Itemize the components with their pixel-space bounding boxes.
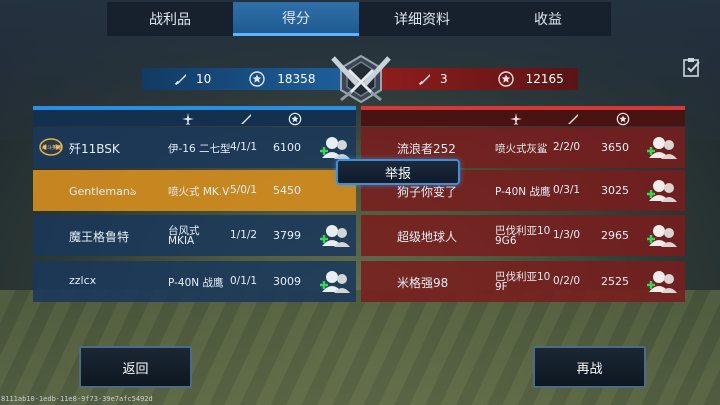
- red-team-header: [361, 106, 685, 126]
- player-name: 魔王格鲁特: [69, 230, 130, 244]
- tab-details[interactable]: 详细资料: [359, 2, 485, 36]
- sword-icon: [418, 74, 430, 86]
- kda: 1/1/2: [230, 229, 258, 241]
- player-name: 狗子你变了: [397, 185, 458, 199]
- blue-team-header: [33, 106, 356, 126]
- score: 3799: [273, 229, 301, 242]
- plane-icon: [182, 113, 194, 125]
- sword-icon: [174, 74, 186, 86]
- plane-name-line2: 9G6: [495, 235, 517, 247]
- sword-icon: [241, 114, 251, 124]
- player-name: 米格强98: [397, 276, 449, 290]
- add-friend-icon[interactable]: [645, 222, 679, 248]
- red-kills: 3: [440, 72, 448, 86]
- add-friend-icon[interactable]: [645, 134, 679, 160]
- plane-name: 喷火式 MK.V: [168, 186, 230, 198]
- medal-icon: [288, 112, 302, 126]
- add-friend-icon[interactable]: [318, 222, 352, 248]
- kda: 0/2/0: [553, 275, 581, 287]
- kda: 1/3/0: [553, 229, 581, 241]
- session-id: 8111ab10-1edb-11e8-9f73-39e7afc5492d: [1, 395, 153, 403]
- score: 5450: [273, 184, 301, 197]
- blue-player-row[interactable]: 魔王格鲁特 台风式 MKIA 1/1/2 3799: [33, 215, 356, 256]
- blue-score: 18358: [277, 72, 316, 86]
- kda: 5/0/1: [230, 184, 258, 196]
- add-friend-icon[interactable]: [318, 268, 352, 294]
- blue-team-summary: 10 18358: [142, 68, 342, 90]
- score: 2965: [601, 229, 629, 242]
- red-player-row[interactable]: 超级地球人 巴伐利亚10 9G6 1/3/0 2965: [361, 215, 685, 256]
- player-name: zzlcx: [69, 274, 97, 287]
- player-name: 歼11BSK: [69, 142, 120, 156]
- player-name: 流浪者252: [397, 142, 456, 156]
- emblem-icon: [331, 54, 391, 104]
- player-name: 超级地球人: [397, 230, 458, 244]
- add-friend-icon[interactable]: [645, 268, 679, 294]
- tab-bar: 战利品 得分 详细资料 收益: [107, 2, 611, 36]
- tab-earnings[interactable]: 收益: [485, 2, 611, 36]
- plane-name-line2: MKIA: [168, 235, 195, 247]
- red-player-row[interactable]: 米格强98 巴伐利亚10 9F 0/2/0 2525: [361, 261, 685, 302]
- plane-name: P-40N 战鹰: [168, 277, 224, 289]
- player-name: Gentlemanঌ: [69, 185, 137, 198]
- plane-name: 喷火式灰鲨: [495, 143, 548, 155]
- score: 6100: [273, 141, 301, 154]
- red-score: 12165: [525, 72, 564, 86]
- clipboard-icon[interactable]: [681, 56, 703, 78]
- tab-loot[interactable]: 战利品: [107, 2, 233, 36]
- plane-icon: [510, 113, 522, 125]
- plane-name-line2: 9F: [495, 281, 508, 293]
- rematch-button[interactable]: 再战: [533, 346, 646, 388]
- add-friend-icon[interactable]: [318, 134, 352, 160]
- add-friend-icon[interactable]: [645, 177, 679, 203]
- score: 3650: [601, 141, 629, 154]
- tab-score[interactable]: 得分: [233, 2, 359, 36]
- blue-kills: 10: [196, 72, 212, 86]
- sword-icon: [568, 114, 578, 124]
- kda: 4/1/1: [230, 141, 258, 153]
- score: 3025: [601, 184, 629, 197]
- score: 2525: [601, 275, 629, 288]
- blue-player-row-self[interactable]: Gentlemanঌ 喷火式 MK.V 5/0/1 5450: [33, 170, 356, 211]
- medal-icon: [497, 71, 514, 87]
- kda: 0/1/1: [230, 275, 258, 287]
- plane-name: P-40N 战鹰: [495, 186, 551, 198]
- kda: 2/2/0: [553, 141, 581, 153]
- kda: 0/3/1: [553, 184, 581, 196]
- blue-player-row[interactable]: zzlcx P-40N 战鹰 0/1/1 3009: [33, 261, 356, 302]
- red-team-summary: 3 12165: [378, 68, 578, 90]
- plane-name: 伊-16 二七型: [168, 143, 231, 155]
- medal-icon: [249, 71, 265, 87]
- score: 3009: [273, 275, 301, 288]
- medal-icon: [616, 112, 630, 126]
- blue-player-row[interactable]: 战斗英雄 歼11BSK 伊-16 二七型 4/1/1 6100: [33, 127, 356, 168]
- report-button[interactable]: 举报: [336, 159, 460, 185]
- back-button[interactable]: 返回: [79, 346, 192, 388]
- hero-badge-label: 战斗英雄: [42, 145, 63, 151]
